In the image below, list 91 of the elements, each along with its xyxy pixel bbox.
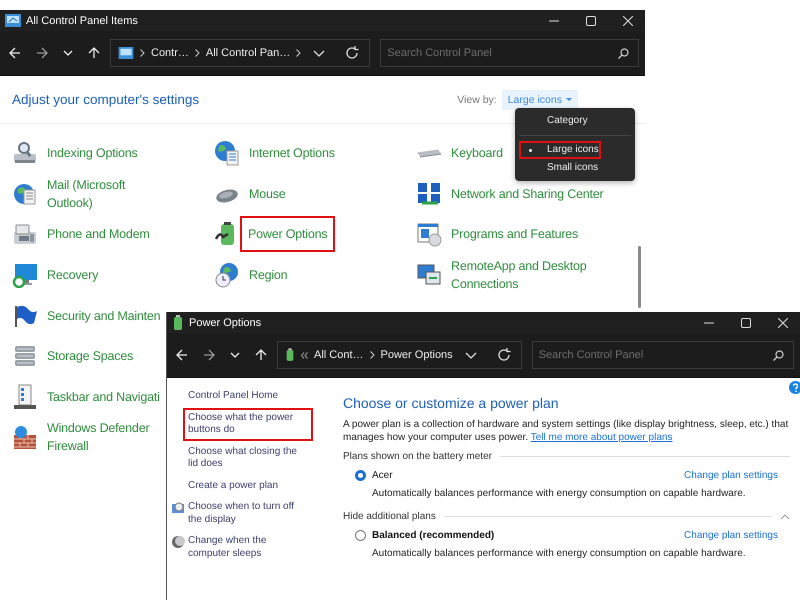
moon-icon bbox=[171, 535, 185, 549]
close-icon[interactable] bbox=[623, 16, 633, 26]
chevron-down-icon[interactable] bbox=[230, 350, 240, 360]
item-link[interactable]: Power Options bbox=[240, 216, 336, 252]
menu-item[interactable]: Large icons bbox=[519, 141, 601, 159]
item-link[interactable]: Taskbar and Navigati bbox=[44, 384, 163, 409]
globe-clock-icon bbox=[214, 262, 240, 288]
sidebar-link[interactable]: Control Panel Home bbox=[183, 386, 284, 406]
chevron-down-icon[interactable] bbox=[63, 48, 73, 58]
up-arrow-icon[interactable] bbox=[255, 349, 267, 361]
breadcrumb-item[interactable]: Contr… bbox=[151, 47, 189, 59]
chevron-up-icon[interactable] bbox=[780, 514, 790, 520]
refresh-icon[interactable] bbox=[496, 348, 511, 362]
page-heading: Adjust your computer's settings bbox=[12, 92, 200, 107]
forward-arrow-icon[interactable] bbox=[203, 349, 215, 361]
battery-icon bbox=[285, 348, 295, 362]
monitor-clock-icon bbox=[171, 501, 185, 515]
taskbar-icon bbox=[12, 384, 38, 410]
keyboard-icon bbox=[416, 148, 442, 158]
double-chevron-icon[interactable] bbox=[301, 352, 308, 358]
up-arrow-icon[interactable] bbox=[88, 47, 100, 59]
back-arrow-icon[interactable] bbox=[176, 349, 188, 361]
refresh-icon[interactable] bbox=[345, 46, 360, 60]
window-title: All Control Panel Items bbox=[26, 14, 138, 26]
search-field[interactable]: Search Control Panel bbox=[380, 39, 639, 67]
chevron-right-icon bbox=[296, 49, 302, 57]
view-by-label: View by: bbox=[457, 94, 497, 106]
breadcrumb-item[interactable]: All Cont… bbox=[314, 349, 364, 361]
search-icon[interactable] bbox=[618, 48, 629, 59]
scrollbar[interactable] bbox=[638, 246, 641, 308]
sidebar-link[interactable]: Choose what closing the lid does bbox=[183, 442, 313, 474]
bullet-icon bbox=[529, 149, 532, 152]
sidebar-link[interactable]: Change when the computer sleeps bbox=[183, 531, 313, 564]
item-link[interactable]: Recovery bbox=[44, 263, 102, 288]
item-link[interactable]: Windows Defender Firewall bbox=[44, 416, 168, 458]
item-link[interactable]: Internet Options bbox=[246, 141, 338, 166]
item-link[interactable]: Keyboard bbox=[448, 141, 506, 166]
caret-icon bbox=[566, 98, 572, 101]
plan-name: Acer bbox=[372, 470, 393, 481]
item-link[interactable]: Region bbox=[246, 263, 290, 288]
sidebar-link[interactable]: Choose when to turn off the display bbox=[183, 497, 313, 530]
maximize-icon[interactable] bbox=[741, 318, 751, 328]
sidebar-link[interactable]: Choose what the power buttons do bbox=[183, 408, 313, 440]
radio-button[interactable] bbox=[355, 470, 366, 481]
search-icon[interactable] bbox=[773, 350, 784, 361]
address-bar[interactable]: All Cont… Power Options bbox=[277, 341, 522, 369]
item-link[interactable]: Security and Mainten bbox=[44, 304, 164, 328]
description-text: A power plan is a collection of hardware and system settings (like display brightness, sleep, etc.) that manages how your computer uses power. Tell me more about power plans bbox=[343, 418, 790, 444]
brick-wall-icon bbox=[12, 424, 38, 450]
maximize-icon[interactable] bbox=[586, 16, 596, 26]
search-field[interactable]: Search Control Panel bbox=[532, 341, 794, 369]
battery-icon bbox=[172, 314, 184, 330]
learn-more-link[interactable]: Tell me more about power plans bbox=[530, 432, 672, 443]
item-link[interactable]: Phone and Modem bbox=[44, 222, 153, 246]
radio-button[interactable] bbox=[355, 530, 366, 541]
group-heading: Plans shown on the battery meter bbox=[343, 451, 492, 462]
plan-name: Balanced (recommended) bbox=[372, 530, 494, 541]
menu-item[interactable]: Category bbox=[519, 112, 601, 130]
change-plan-link[interactable]: Change plan settings bbox=[684, 470, 778, 481]
chevron-right-icon bbox=[370, 351, 375, 359]
address-bar[interactable]: Contr… All Control Pan… bbox=[110, 39, 370, 67]
page-heading: Choose or customize a power plan bbox=[343, 395, 560, 411]
item-link[interactable]: Mouse bbox=[246, 182, 289, 206]
help-icon[interactable] bbox=[789, 381, 800, 394]
window-disc-icon bbox=[416, 221, 442, 248]
item-link[interactable]: Network and Sharing Center bbox=[448, 182, 607, 206]
item-link[interactable]: Programs and Features bbox=[448, 222, 582, 246]
close-icon[interactable] bbox=[778, 318, 788, 328]
globe-document-icon bbox=[214, 140, 240, 166]
item-link[interactable]: RemoteApp and Desktop Connections bbox=[448, 254, 618, 296]
menu-item[interactable]: Small icons bbox=[519, 159, 601, 177]
chevron-right-icon bbox=[140, 49, 145, 57]
forward-arrow-icon[interactable] bbox=[36, 47, 48, 59]
network-icon bbox=[416, 180, 442, 207]
control-panel-icon bbox=[5, 14, 21, 27]
monitor-icon bbox=[12, 262, 38, 288]
breadcrumb-item[interactable]: Power Options bbox=[380, 349, 453, 361]
breadcrumb-item[interactable]: All Control Pan… bbox=[206, 47, 290, 59]
group-heading[interactable]: Hide additional plans bbox=[343, 511, 436, 522]
item-link[interactable]: Indexing Options bbox=[44, 141, 141, 166]
sidebar-link[interactable]: Create a power plan bbox=[183, 476, 284, 496]
plan-description: Automatically balances performance with energy consumption on capable hardware. bbox=[371, 488, 747, 499]
view-by-dropdown[interactable]: Large icons bbox=[502, 90, 578, 110]
window-title: Power Options bbox=[189, 316, 262, 328]
back-arrow-icon[interactable] bbox=[9, 47, 21, 59]
item-link[interactable]: Storage Spaces bbox=[44, 344, 136, 368]
change-plan-link[interactable]: Change plan settings bbox=[684, 530, 778, 541]
plan-description: Automatically balances performance with energy consumption on capable hardware. bbox=[371, 548, 747, 559]
item-link[interactable]: Mail (Microsoft Outlook) bbox=[44, 172, 168, 215]
chevron-right-icon bbox=[194, 49, 200, 57]
control-panel-icon bbox=[118, 47, 134, 59]
